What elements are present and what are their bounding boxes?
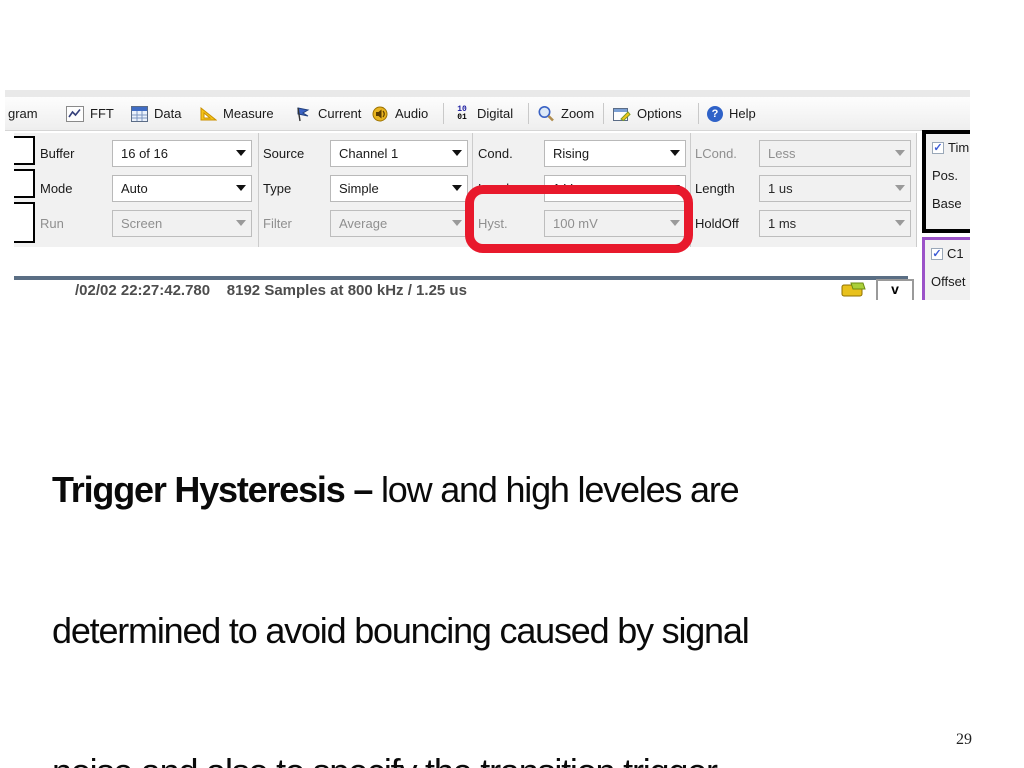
current-flag-icon xyxy=(294,105,312,122)
chevron-down-icon xyxy=(447,141,467,166)
toolbar-button-options[interactable]: Options xyxy=(613,97,682,130)
filter-label: Filter xyxy=(263,215,292,231)
cutoff-button-column xyxy=(14,136,35,247)
toolbar-separator xyxy=(603,103,604,124)
cutoff-button[interactable] xyxy=(14,136,35,165)
c1-checkbox[interactable]: ✓ xyxy=(931,247,943,260)
c1-checkbox-label: C1 xyxy=(947,246,964,261)
group-divider xyxy=(258,133,259,247)
toolbar-button-digital[interactable]: 10 01 Digital xyxy=(453,97,513,130)
body-line-2: determined to avoid bouncing caused by s… xyxy=(52,610,750,651)
cond-dropdown[interactable]: Rising xyxy=(544,139,686,167)
chevron-down-icon xyxy=(890,176,910,201)
lcond-label: LCond. xyxy=(695,145,737,161)
run-dropdown[interactable]: Screen xyxy=(112,209,252,237)
length-dropdown[interactable]: 1 us xyxy=(759,174,911,202)
fft-chart-icon xyxy=(66,105,84,122)
base-label: Base xyxy=(932,196,962,211)
chevron-down-icon xyxy=(231,176,251,201)
toolbar-button-measure[interactable]: Measure xyxy=(199,97,274,130)
toolbar-separator xyxy=(528,103,529,124)
toolbar-button-current[interactable]: Current xyxy=(294,97,361,130)
digital-bits-icon: 10 01 xyxy=(457,104,467,122)
pos-label: Pos. xyxy=(932,168,959,183)
chevron-down-icon xyxy=(665,141,685,166)
time-checkbox-label: Tim xyxy=(948,140,970,155)
type-dropdown[interactable]: Simple xyxy=(330,174,468,202)
lcond-dropdown[interactable]: Less xyxy=(759,139,911,167)
source-group: Source Channel 1 Type Simple Filter Aver… xyxy=(263,133,473,247)
logic-condition-group: LCond. Less Length 1 us HoldOff 1 ms xyxy=(695,133,913,247)
cutoff-button[interactable] xyxy=(14,202,35,243)
toolbar-separator xyxy=(698,103,699,124)
audio-speaker-icon xyxy=(371,105,389,122)
toolbar-button-help[interactable]: ? Help xyxy=(707,97,756,130)
toolbar-button-zoom[interactable]: Zoom xyxy=(537,97,594,130)
measure-triangle-icon xyxy=(199,105,217,122)
chevron-down-icon xyxy=(447,176,467,201)
page-number: 29 xyxy=(956,731,972,748)
statusbar-tool-icon[interactable] xyxy=(841,280,867,300)
cond-label: Cond. xyxy=(478,145,513,161)
toolbar-button-program[interactable]: gram xyxy=(8,97,38,130)
body-line-3: noise and also to specify the transition… xyxy=(52,748,932,768)
statusbar-text: /02/02 22:27:42.780 8192 Samples at 800 … xyxy=(75,282,467,299)
run-label: Run xyxy=(40,215,64,231)
mode-dropdown[interactable]: Auto xyxy=(112,174,252,202)
mode-label: Mode xyxy=(40,180,73,196)
slide: CHANNEL TOOLBAR CHANNEL 1 & 2 (TRIGGER C… xyxy=(0,0,1024,768)
statusbar-divider xyxy=(14,276,908,280)
app-screenshot: gram FFT Data Measure Current Audio 10 0… xyxy=(5,90,970,300)
source-label: Source xyxy=(263,145,305,161)
toolbar-separator xyxy=(443,103,444,124)
chevron-down-icon xyxy=(231,141,251,166)
collapse-chevron-button[interactable]: v xyxy=(876,279,914,300)
toolbar-button-data[interactable]: Data xyxy=(130,97,181,130)
body-text: Trigger Hysteresis – low and high levele… xyxy=(52,372,932,768)
chevron-down-icon xyxy=(231,211,251,236)
chevron-down-icon xyxy=(890,141,910,166)
time-panel: ✓ Tim Pos. Base xyxy=(922,130,970,233)
chevron-down-icon xyxy=(890,211,910,236)
cutoff-button[interactable] xyxy=(14,169,35,198)
options-window-icon xyxy=(613,105,631,122)
buffer-group: Buffer 16 of 16 Mode Auto Run Screen xyxy=(40,133,255,247)
offset-label: Offset xyxy=(931,274,966,289)
red-highlight-annotation xyxy=(465,185,693,253)
buffer-dropdown[interactable]: 16 of 16 xyxy=(112,139,252,167)
toolbar-button-audio[interactable]: Audio xyxy=(371,97,428,130)
body-line-1: Trigger Hysteresis – low and high levele… xyxy=(52,469,740,510)
time-checkbox[interactable]: ✓ xyxy=(932,141,944,154)
help-circle-icon: ? xyxy=(707,105,723,122)
zoom-magnifier-icon xyxy=(537,105,555,122)
chevron-down-icon xyxy=(447,211,467,236)
holdoff-dropdown[interactable]: 1 ms xyxy=(759,209,911,237)
source-dropdown[interactable]: Channel 1 xyxy=(330,139,468,167)
filter-dropdown[interactable]: Average xyxy=(330,209,468,237)
toolbar-button-fft[interactable]: FFT xyxy=(66,97,114,130)
buffer-label: Buffer xyxy=(40,145,75,161)
app-toolbar: gram FFT Data Measure Current Audio 10 0… xyxy=(5,97,970,131)
channel1-panel: ✓ C1 Offset xyxy=(922,237,970,300)
window-top-strip xyxy=(5,90,970,97)
holdoff-label: HoldOff xyxy=(695,215,739,231)
data-table-icon xyxy=(130,105,148,122)
type-label: Type xyxy=(263,180,292,196)
group-divider xyxy=(916,133,917,247)
length-label: Length xyxy=(695,180,735,196)
